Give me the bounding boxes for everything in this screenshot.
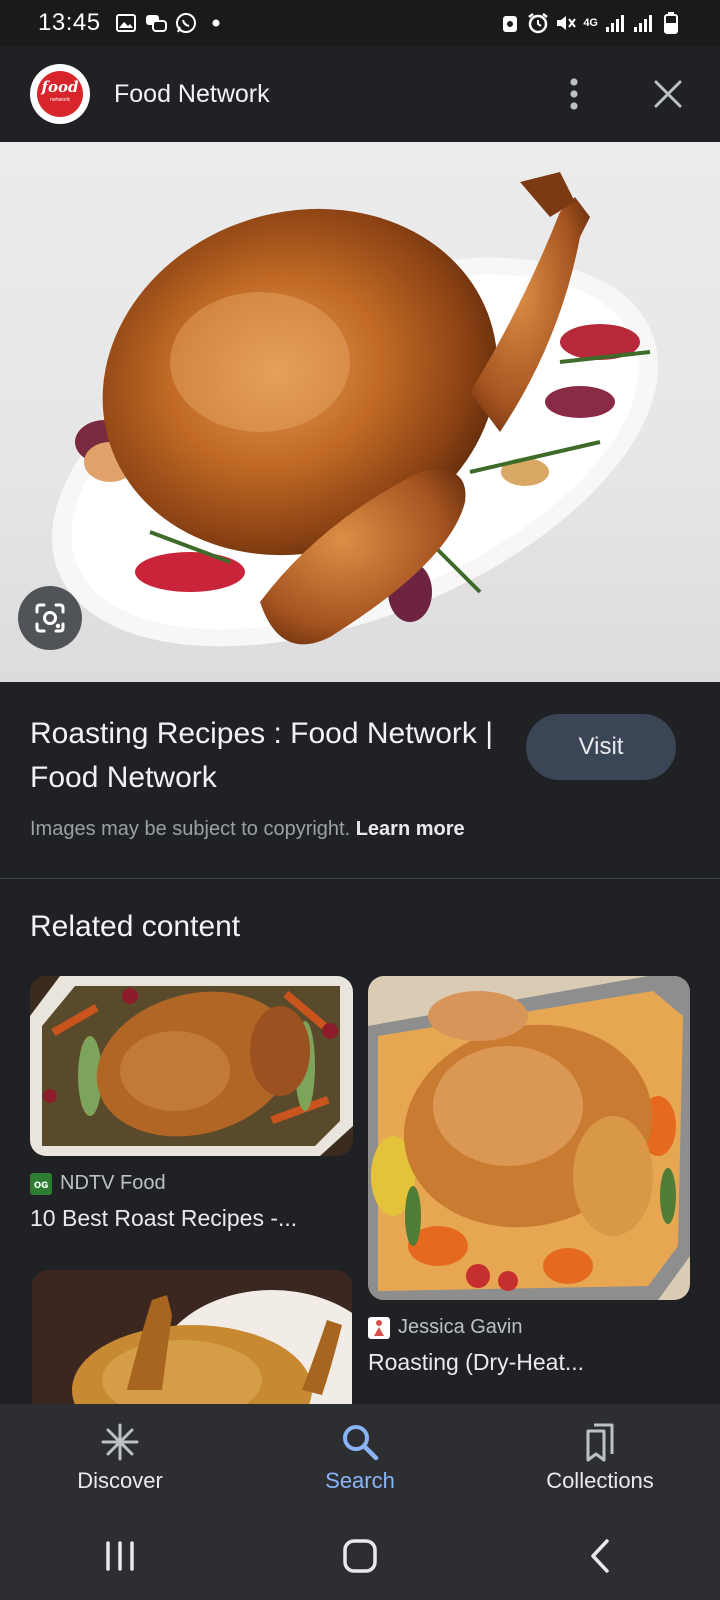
- site-logo[interactable]: food network: [30, 64, 90, 124]
- google-lens-button[interactable]: [18, 586, 82, 650]
- search-icon: [343, 1425, 379, 1461]
- more-vert-icon: [570, 78, 578, 110]
- result-info: Roasting Recipes : Food Network | Food N…: [0, 682, 720, 878]
- card-caption: 10 Best Roast Recipes -...: [30, 1205, 298, 1231]
- lens-icon: [35, 603, 65, 633]
- copyright-text: Images may be subject to copyright.: [30, 818, 351, 840]
- jessica-gavin-favicon-icon: [368, 1316, 390, 1339]
- roast-chicken-thumbnail: [32, 1270, 352, 1404]
- bookmarks-icon: [586, 1423, 614, 1462]
- lock-icon: [499, 12, 521, 34]
- result-image[interactable]: [0, 142, 720, 682]
- card-thumbnail: [368, 976, 690, 1300]
- close-button[interactable]: [646, 72, 690, 116]
- nav-discover[interactable]: Discover: [0, 1404, 240, 1512]
- card-source: ᴏɢ NDTV Food: [30, 1172, 353, 1195]
- mute-icon: [555, 12, 577, 34]
- related-card[interactable]: Jessica Gavin Roasting (Dry-Heat...: [368, 976, 690, 1376]
- network-type: 4G: [583, 17, 598, 29]
- roast-chicken-thumbnail: [30, 976, 353, 1156]
- chat-bubbles-icon: [145, 12, 167, 34]
- logo-subtext: network: [49, 97, 71, 103]
- copyright-notice: Images may be subject to copyright. Lear…: [30, 818, 465, 841]
- section-divider: [0, 878, 720, 879]
- roast-chicken-thumbnail: [368, 976, 690, 1300]
- nav-label: Search: [325, 1468, 395, 1493]
- alarm-icon: [527, 12, 549, 34]
- status-bar: 13:45 4G: [0, 0, 720, 46]
- ndtv-favicon-icon: ᴏɢ: [30, 1172, 52, 1195]
- home-icon: [343, 1539, 377, 1573]
- card-thumbnail: [30, 976, 353, 1156]
- related-card[interactable]: [32, 1270, 352, 1404]
- battery-icon: [660, 12, 682, 34]
- logo-text: food: [41, 78, 79, 96]
- gallery-icon: [115, 12, 137, 34]
- related-card[interactable]: ᴏɢ NDTV Food 10 Best Roast Recipes -...: [30, 976, 353, 1232]
- system-navigation-bar: [0, 1512, 720, 1600]
- close-icon: [654, 80, 682, 108]
- result-header: food network Food Network: [0, 46, 720, 142]
- notification-icons: [115, 12, 227, 34]
- signal-icon: [632, 12, 654, 34]
- card-source: Jessica Gavin: [368, 1316, 690, 1339]
- nav-collections[interactable]: Collections: [480, 1404, 720, 1512]
- source-name: NDTV Food: [60, 1172, 166, 1194]
- learn-more-link[interactable]: Learn more: [356, 818, 465, 840]
- source-name: Jessica Gavin: [398, 1316, 523, 1338]
- roast-turkey-image: [51, 172, 659, 647]
- back-chevron-icon: [591, 1539, 609, 1573]
- recents-icon: [106, 1541, 134, 1571]
- site-name[interactable]: Food Network: [114, 80, 270, 109]
- recent-apps-button[interactable]: [90, 1526, 150, 1586]
- signal-icon: [604, 12, 626, 34]
- home-button[interactable]: [330, 1526, 390, 1586]
- nav-search[interactable]: Search: [240, 1404, 480, 1512]
- more-options-button[interactable]: [552, 72, 596, 116]
- food-network-logo-icon: food network: [37, 71, 83, 117]
- system-status-icons: 4G: [499, 12, 682, 34]
- status-time: 13:45: [38, 9, 101, 36]
- whatsapp-icon: [175, 12, 197, 34]
- nav-label: Discover: [77, 1468, 163, 1493]
- related-content-heading: Related content: [30, 910, 241, 943]
- visit-button[interactable]: Visit: [526, 714, 676, 780]
- nav-label: Collections: [546, 1468, 654, 1493]
- card-thumbnail: [32, 1270, 352, 1404]
- asterisk-icon: [101, 1423, 139, 1461]
- back-button[interactable]: [570, 1526, 630, 1586]
- card-caption: Roasting (Dry-Heat...: [368, 1349, 585, 1375]
- result-title[interactable]: Roasting Recipes : Food Network | Food N…: [30, 712, 510, 800]
- dot-icon: [205, 12, 227, 34]
- bottom-navigation: Discover Search Collections: [0, 1404, 720, 1512]
